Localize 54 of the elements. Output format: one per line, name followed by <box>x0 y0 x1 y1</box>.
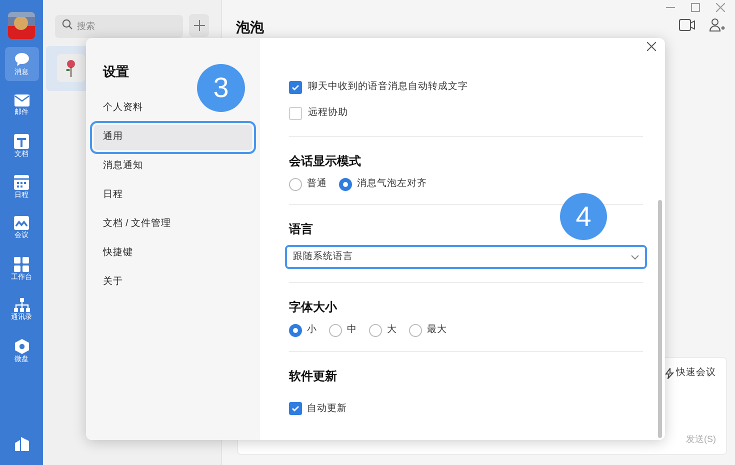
radio-button[interactable] <box>339 178 352 191</box>
radio-label: 小 <box>307 323 317 338</box>
option-label: 聊天中收到的语音消息自动转成文字 <box>308 80 468 94</box>
calendar-icon <box>14 174 29 190</box>
radio-button[interactable] <box>409 324 422 337</box>
section-title: 字体大小 <box>289 299 337 316</box>
radio-label: 大 <box>387 323 397 338</box>
chat-bubble-icon <box>14 52 30 66</box>
search-field[interactable]: 搜索 <box>55 14 183 38</box>
checkmark-icon <box>291 404 300 414</box>
video-call-icon[interactable] <box>679 19 695 31</box>
settings-nav-item[interactable]: 日程 <box>94 182 252 208</box>
settings-nav-item[interactable]: 文档 / 文件管理 <box>94 212 252 236</box>
plus-icon <box>194 20 204 31</box>
option-label: 远程协助 <box>308 106 348 120</box>
grid-icon <box>14 256 29 272</box>
search-icon <box>62 19 73 30</box>
radio-label: 中 <box>347 323 357 338</box>
section-title: 软件更新 <box>289 368 337 384</box>
envelope-icon <box>14 94 30 106</box>
settings-title: 设置 <box>103 63 130 81</box>
org-chart-icon <box>14 298 30 312</box>
building-icon[interactable] <box>14 437 28 451</box>
checkbox-label: 自动更新 <box>307 402 347 416</box>
language-dropdown[interactable]: 跟随系统语言 <box>285 245 647 270</box>
checkmark-icon <box>291 82 300 92</box>
checkbox[interactable] <box>289 80 302 94</box>
scrollbar[interactable] <box>658 200 662 438</box>
add-button[interactable] <box>189 14 209 37</box>
chevron-down-icon <box>631 254 639 260</box>
hexagon-icon <box>14 338 28 354</box>
radio-label: 最大 <box>427 323 447 338</box>
section-title: 会话显示模式 <box>289 153 361 170</box>
radio-button[interactable] <box>289 178 302 191</box>
lightning-icon <box>665 368 674 379</box>
radio-label: 普通 <box>307 177 327 191</box>
close-icon[interactable] <box>647 42 656 51</box>
radio-button[interactable] <box>329 324 342 337</box>
radio-label: 消息气泡左对齐 <box>357 177 427 191</box>
document-icon <box>14 134 29 148</box>
radio-button[interactable] <box>289 324 302 337</box>
settings-nav-item[interactable]: 关于 <box>94 270 252 294</box>
add-person-icon[interactable] <box>709 18 725 32</box>
maximize-icon[interactable] <box>691 3 700 12</box>
chat-title: 泡泡 <box>236 18 264 37</box>
radio-button[interactable] <box>369 324 382 337</box>
checkbox[interactable] <box>289 106 302 120</box>
mountain-icon <box>14 216 29 230</box>
settings-nav-item[interactable]: 通用 <box>94 124 252 150</box>
quick-meeting-button[interactable]: 快速会议 <box>665 366 716 380</box>
checkbox[interactable] <box>289 402 302 416</box>
section-title: 语言 <box>289 221 313 238</box>
settings-nav-item[interactable]: 消息通知 <box>94 154 252 178</box>
settings-nav-item[interactable]: 快捷键 <box>94 240 252 266</box>
